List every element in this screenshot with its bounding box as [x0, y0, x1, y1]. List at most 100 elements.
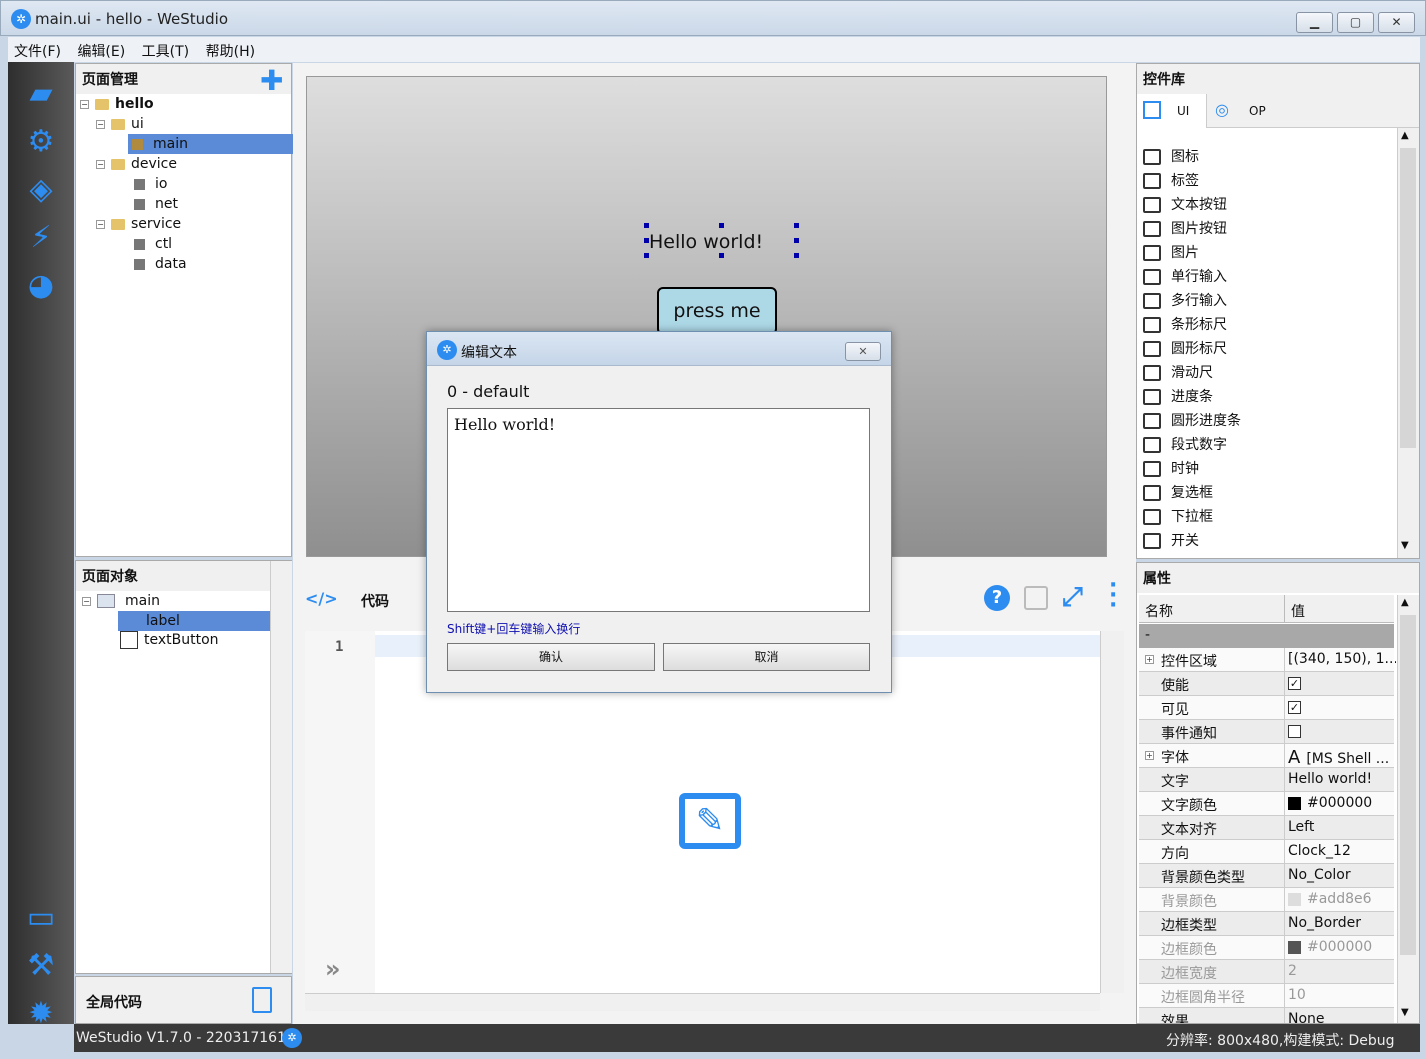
control-item[interactable]: 文本按钮	[1143, 194, 1227, 216]
selection-handle[interactable]	[794, 238, 799, 243]
control-item[interactable]: 单行输入	[1143, 266, 1227, 288]
control-item[interactable]: 圆形标尺	[1143, 338, 1227, 360]
property-value[interactable]: 2	[1288, 963, 1396, 979]
property-value[interactable]: No_Border	[1288, 915, 1396, 931]
property-group-row[interactable]: -	[1139, 624, 1394, 648]
selection-handle[interactable]	[719, 223, 724, 228]
property-row[interactable]: 文字 Hello world!	[1139, 768, 1394, 792]
properties-scrollbar[interactable]: ▲ ▼	[1397, 595, 1419, 1023]
object-textbutton[interactable]: textButton	[120, 631, 219, 649]
control-item[interactable]: 滑动尺	[1143, 362, 1213, 384]
property-row[interactable]: 文本对齐 Left	[1139, 816, 1394, 840]
scroll-thumb[interactable]	[1400, 615, 1416, 955]
confirm-button[interactable]: 确认	[447, 643, 655, 671]
property-value[interactable]: #000000	[1288, 795, 1396, 811]
bug-icon[interactable]: ✹	[8, 996, 74, 1031]
monitor-icon[interactable]: ▭	[8, 900, 74, 935]
property-value[interactable]: [(340, 150), 1...	[1288, 651, 1396, 667]
tab-op[interactable]: ◎ OP	[1207, 94, 1285, 128]
code-hscrollbar[interactable]	[305, 993, 1100, 1011]
canvas-label[interactable]: Hello world!	[649, 231, 763, 253]
expand-toggle[interactable]: +	[1145, 751, 1154, 760]
global-code-bar[interactable]: 全局代码	[75, 976, 292, 1024]
control-item[interactable]: 圆形进度条	[1143, 410, 1241, 432]
close-button[interactable]: ✕	[1378, 12, 1415, 33]
tree-item-ui[interactable]: − ui	[96, 116, 144, 132]
property-value[interactable]: A [MS Shell ...	[1288, 747, 1396, 768]
more-icon[interactable]: · · ·	[1109, 575, 1117, 617]
property-row[interactable]: 边框圆角半径 10	[1139, 984, 1394, 1008]
property-row[interactable]: + 字体 A [MS Shell ...	[1139, 744, 1394, 768]
property-row[interactable]: 事件通知	[1139, 720, 1394, 744]
selection-handle[interactable]	[719, 253, 724, 258]
property-checkbox[interactable]: ✓	[1288, 700, 1301, 714]
control-item[interactable]: 多行输入	[1143, 290, 1227, 312]
object-label[interactable]: label	[118, 611, 270, 631]
hammer-icon[interactable]: ⚒	[8, 948, 74, 983]
menu-help[interactable]: 帮助(H)	[200, 37, 261, 61]
tree-item-service[interactable]: − service	[96, 216, 181, 232]
control-item[interactable]: 标签	[1143, 170, 1199, 192]
property-row[interactable]: 边框颜色 #000000	[1139, 936, 1394, 960]
fullscreen-icon[interactable]: ⤢	[1062, 582, 1083, 613]
add-page-icon[interactable]: ✚	[260, 64, 283, 97]
gear-icon[interactable]: ⚙	[8, 124, 74, 159]
property-value[interactable]: 10	[1288, 987, 1396, 1003]
menu-tools[interactable]: 工具(T)	[136, 37, 195, 61]
tree-item-device[interactable]: − device	[96, 156, 177, 172]
diamond-icon[interactable]: ◈	[8, 172, 74, 207]
property-row[interactable]: 背景颜色 #add8e6	[1139, 888, 1394, 912]
text-edit-area[interactable]: Hello world!	[447, 408, 870, 612]
menu-file[interactable]: 文件(F)	[8, 37, 67, 61]
control-item[interactable]: 图片	[1143, 242, 1199, 264]
expand-toggle[interactable]: +	[1145, 655, 1154, 664]
code-tab[interactable]: 代码	[361, 591, 389, 611]
property-row[interactable]: 背景颜色类型 No_Color	[1139, 864, 1394, 888]
selection-handle[interactable]	[644, 223, 649, 228]
property-row[interactable]: 文字颜色 #000000	[1139, 792, 1394, 816]
property-row[interactable]: 可见 ✓	[1139, 696, 1394, 720]
property-row[interactable]: 方向 Clock_12	[1139, 840, 1394, 864]
property-row[interactable]: 边框类型 No_Border	[1139, 912, 1394, 936]
tree-item-data[interactable]: data	[134, 256, 187, 272]
code-vscrollbar[interactable]	[1100, 631, 1124, 993]
selection-handle[interactable]	[644, 238, 649, 243]
user-chat-icon[interactable]: ◕	[8, 268, 74, 303]
dialog-close-button[interactable]: ✕	[845, 342, 881, 361]
object-main[interactable]: − main	[82, 593, 160, 609]
property-row[interactable]: 效果 None	[1139, 1008, 1394, 1023]
minimize-button[interactable]: ▁	[1296, 12, 1333, 33]
control-item[interactable]: 图片按钮	[1143, 218, 1227, 240]
property-value[interactable]: ✓	[1288, 675, 1396, 691]
property-value[interactable]: Left	[1288, 819, 1396, 835]
lightning-icon[interactable]: ⚡	[8, 220, 74, 255]
edit-icon[interactable]: ✎	[679, 793, 741, 849]
selection-handle[interactable]	[794, 223, 799, 228]
tree-item-main[interactable]: main	[128, 134, 293, 154]
tree-item-hello[interactable]: − hello	[80, 96, 154, 112]
tree-item-io[interactable]: io	[134, 176, 167, 192]
control-item[interactable]: 下拉框	[1143, 506, 1213, 528]
property-row[interactable]: 使能 ✓	[1139, 672, 1394, 696]
property-value[interactable]: Hello world!	[1288, 771, 1396, 787]
control-item[interactable]: 时钟	[1143, 458, 1199, 480]
tree-item-net[interactable]: net	[134, 196, 178, 212]
property-value[interactable]: No_Color	[1288, 867, 1396, 883]
document-icon[interactable]	[252, 987, 272, 1013]
property-value[interactable]	[1288, 723, 1396, 739]
property-row[interactable]: 边框宽度 2	[1139, 960, 1394, 984]
control-item[interactable]: 进度条	[1143, 386, 1213, 408]
save-icon[interactable]	[1024, 586, 1048, 610]
control-item[interactable]: 开关	[1143, 530, 1199, 552]
property-value[interactable]: #add8e6	[1288, 891, 1396, 907]
property-value[interactable]: #000000	[1288, 939, 1396, 955]
selection-handle[interactable]	[794, 253, 799, 258]
property-value[interactable]: ✓	[1288, 699, 1396, 715]
control-item[interactable]: 图标	[1143, 146, 1199, 168]
property-value[interactable]: None	[1288, 1011, 1396, 1023]
objects-scrollbar[interactable]	[270, 561, 292, 973]
maximize-button[interactable]: ▢	[1337, 12, 1374, 33]
menu-edit[interactable]: 编辑(E)	[71, 37, 131, 61]
folder-icon[interactable]: ▰	[8, 76, 74, 111]
tab-ui[interactable]: UI	[1137, 94, 1207, 128]
